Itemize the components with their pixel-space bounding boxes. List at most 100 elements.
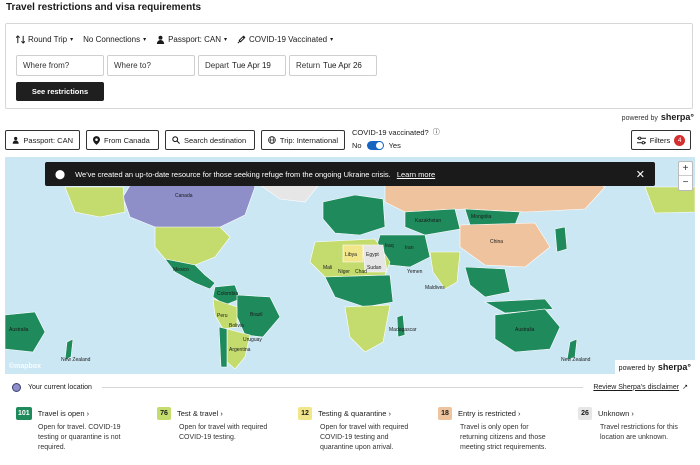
europe-shape <box>322 194 386 236</box>
banner-text: We've created an up-to-date resource for… <box>75 169 391 179</box>
map-controls: Passport: CAN From Canada Search destina… <box>5 127 695 150</box>
help-icon[interactable]: ⓘ <box>433 127 440 137</box>
depart-label: Depart <box>205 61 230 70</box>
see-restrictions-button[interactable]: See restrictions <box>16 82 104 101</box>
search-destination-label: Search destination <box>184 135 247 145</box>
legend-test[interactable]: 76 Test & travel › Open for travel with r… <box>157 407 277 443</box>
label-madagascar: Madagascar <box>389 327 417 333</box>
current-location-icon <box>12 382 21 392</box>
return-date-field[interactable]: Return Tue Apr 26 <box>289 55 377 76</box>
swap-arrows-icon <box>16 35 25 44</box>
label-china: China <box>490 239 504 245</box>
search-panel: Round Trip ▾ No Connections ▾ Passport: CA… <box>5 23 693 109</box>
label-mali: Mali <box>323 265 333 271</box>
label-australia-wrap: Australia <box>9 327 29 333</box>
powered-by-text: powered by <box>621 115 658 122</box>
search-destination-chip[interactable]: Search destination <box>165 130 255 150</box>
legend-restricted[interactable]: 18 Entry is restricted › Travel is only o… <box>438 407 558 453</box>
label-brazil: Brazil <box>250 312 263 318</box>
filters-label: Filters <box>649 135 671 145</box>
zoom-in-button[interactable]: + <box>679 162 692 176</box>
trip-type-label: Round Trip <box>28 35 68 44</box>
current-location-row: Your current location Review Sherpa's di… <box>12 381 688 393</box>
legend-open[interactable]: 101 Travel is open › Open for travel. COV… <box>16 407 136 453</box>
chile-shape <box>218 326 228 368</box>
vaccination-toggle[interactable] <box>366 141 384 150</box>
legend-description: Travel restrictions for this location ar… <box>600 424 678 441</box>
depart-date-field[interactable]: Depart Tue Apr 19 <box>198 55 286 76</box>
label-iraq: Iraq <box>385 243 394 249</box>
label-egypt: Egypt <box>366 252 379 258</box>
label-kazakhstan: Kazakhstan <box>415 218 442 224</box>
zoom-control: + − <box>678 161 693 191</box>
passport-dropdown[interactable]: Passport: CAN ▾ <box>156 35 227 44</box>
origin-placeholder: Where from? <box>23 61 70 70</box>
legend-quarantine[interactable]: 12 Testing & quarantine › Open for travel… <box>298 407 418 453</box>
label-sudan: Sudan <box>367 265 382 271</box>
powered-by-text: powered by <box>618 365 655 372</box>
ukraine-banner: ⬤ We've created an up-to-date resource f… <box>45 162 655 186</box>
passport-label: Passport: CAN <box>168 35 221 44</box>
label-mexico: Mexico <box>173 267 189 273</box>
zoom-out-button[interactable]: − <box>679 176 692 190</box>
toggle-no-label: No <box>352 141 362 150</box>
toggle-yes-label: Yes <box>388 141 401 150</box>
chevron-down-icon: ▾ <box>70 37 74 43</box>
label-bolivia: Bolivia <box>229 323 244 329</box>
origin-field[interactable]: Where from? <box>16 55 104 76</box>
central-africa-shape <box>324 274 394 308</box>
divider <box>101 386 584 388</box>
madagascar-shape <box>396 314 406 338</box>
connections-dropdown[interactable]: No Connections ▾ <box>83 35 146 44</box>
southern-africa-shape <box>344 304 391 353</box>
vaccination-label: COVID-19 Vaccinated <box>249 35 328 44</box>
search-icon <box>172 136 180 144</box>
alaska-shape <box>64 186 126 218</box>
legend-title: Unknown › <box>598 409 634 418</box>
label-uruguay: Uruguay <box>243 337 262 343</box>
current-location-label: Your current location <box>28 383 92 391</box>
label-libya: Libya <box>345 252 357 258</box>
japan-shape <box>554 226 568 253</box>
vaccination-dropdown[interactable]: COVID-19 Vaccinated ▾ <box>237 35 333 44</box>
legend-count: 12 <box>298 407 312 420</box>
trip-type-dropdown[interactable]: Round Trip ▾ <box>16 35 73 44</box>
passport-chip[interactable]: Passport: CAN <box>5 130 80 150</box>
legend-count: 101 <box>16 407 32 420</box>
filters-count-badge: 4 <box>674 134 686 146</box>
filters-button[interactable]: Filters 4 <box>631 130 691 150</box>
label-niger: Niger <box>338 269 350 275</box>
external-link-icon: ↗ <box>682 384 688 391</box>
return-value: Tue Apr 26 <box>323 61 362 70</box>
learn-more-link[interactable]: Learn more <box>397 170 435 179</box>
trip-type-chip[interactable]: Trip: International <box>261 130 345 150</box>
person-icon <box>156 35 165 44</box>
destination-field[interactable]: Where to? <box>107 55 195 76</box>
close-icon[interactable]: ✕ <box>636 168 645 181</box>
location-pin-icon <box>93 135 100 145</box>
powered-by-sherpa-map: powered by sherpa° <box>614 360 695 374</box>
india-shape <box>429 251 461 290</box>
origin-chip[interactable]: From Canada <box>86 130 159 150</box>
vaccination-toggle-block: COVID-19 vaccinated? ⓘ No Yes <box>352 127 440 150</box>
legend-title: Test & travel › <box>177 409 223 418</box>
trip-type-chip-label: Trip: International <box>279 135 338 145</box>
info-icon: ⬤ <box>55 168 66 179</box>
legend-title: Travel is open › <box>37 409 90 418</box>
label-iran: Iran <box>405 245 414 251</box>
mapbox-attribution[interactable]: ©mapbox <box>9 363 41 370</box>
legend-count: 18 <box>438 407 452 420</box>
person-icon <box>12 136 19 144</box>
label-argentina: Argentina <box>229 347 251 353</box>
disclaimer-link[interactable]: Review Sherpa's disclaimer <box>593 384 679 391</box>
world-map[interactable]: Canada Kazakhstan Mongolia China Iran Ir… <box>5 157 695 374</box>
chevron-down-icon: ▾ <box>143 37 147 43</box>
legend-unknown[interactable]: 26 Unknown › Travel restrictions for this… <box>578 407 698 443</box>
legend-count: 76 <box>157 407 171 420</box>
syringe-icon <box>237 35 246 44</box>
chevron-down-icon: ▾ <box>330 37 334 43</box>
label-new-zealand-wrap: New Zealand <box>61 357 91 363</box>
origin-chip-label: From Canada <box>104 135 150 145</box>
china-shape <box>459 222 551 268</box>
legend-description: Travel is only open for returning citize… <box>460 424 547 451</box>
